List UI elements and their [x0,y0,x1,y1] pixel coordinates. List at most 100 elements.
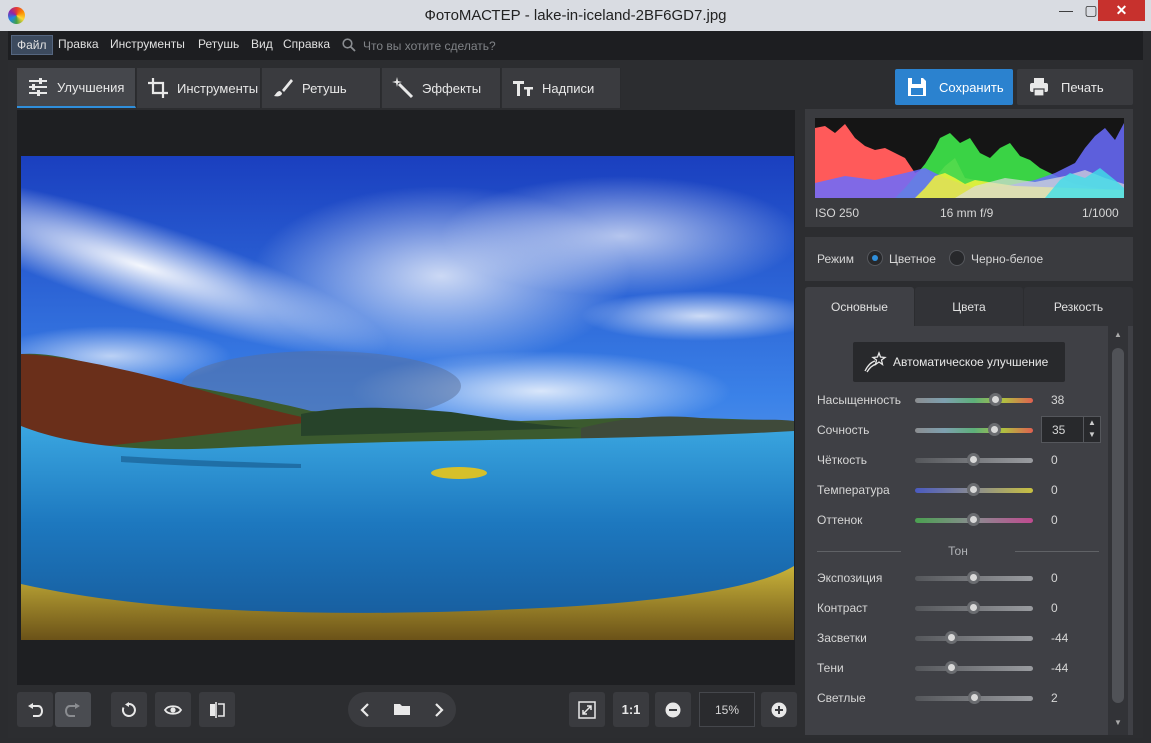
close-button[interactable]: ✕ [1098,0,1145,21]
slider-whites: Светлые 2 [817,688,1097,708]
next-photo-button[interactable] [432,702,446,718]
tab-text[interactable]: Надписи [502,68,621,108]
rotate-reset-icon [121,701,136,717]
slider-track[interactable] [915,398,1033,403]
magic-stars-icon [864,351,887,373]
subtab-sharpness[interactable]: Резкость [1024,287,1133,326]
tab-label: Надписи [542,80,595,96]
menu-edit[interactable]: Правка [58,37,99,51]
window-title-bar: ФотоМАСТЕР - lake-in-iceland-2BF6GD7.jpg… [0,0,1151,31]
plus-circle-icon [771,702,787,717]
menu-view[interactable]: Вид [251,37,273,51]
histogram-chart [815,118,1124,198]
slider-knob[interactable] [967,483,980,496]
slider-value: 0 [1051,601,1058,615]
lens-value: 16 mm f/9 [940,206,994,220]
slider-value: 38 [1051,393,1065,407]
slider-shadows: Тени -44 [817,658,1097,678]
mode-bw-label[interactable]: Черно-белое [971,252,1043,266]
mode-bw-radio[interactable] [949,250,965,266]
tab-retouch[interactable]: Ретушь [262,68,381,108]
slider-contrast: Контраст 0 [817,598,1097,618]
compare-button[interactable] [199,692,235,727]
slider-label: Насыщенность [817,393,902,407]
minimize-button[interactable]: — [1052,0,1080,21]
reset-button[interactable] [111,692,147,727]
subtab-basic[interactable]: Основные [805,287,914,326]
print-label: Печать [1061,79,1104,95]
fit-screen-icon [578,700,596,719]
tab-enhancements[interactable]: Улучшения [17,68,136,108]
mode-label: Режим [817,252,854,266]
slider-knob[interactable] [945,631,958,644]
actual-size-button[interactable]: 1:1 [613,692,649,727]
save-button[interactable]: Сохранить [895,69,1013,105]
mode-color-radio[interactable] [867,250,883,266]
subtab-colors[interactable]: Цвета [915,287,1023,326]
search-input[interactable]: Что вы хотите сделать? [363,39,496,53]
adjustments-panel: Автоматическое улучшение Насыщенность 38… [805,326,1133,735]
search-icon [342,38,356,52]
vibrance-stepper[interactable]: 35 ▲ ▼ [1041,416,1101,443]
slider-label: Чёткость [817,453,867,467]
magic-wand-icon [392,77,414,99]
slider-label: Светлые [817,691,866,705]
slider-label: Температура [817,483,890,497]
color-mode-panel: Режим Цветное Черно-белое [805,237,1133,281]
photo-canvas[interactable] [17,110,795,685]
lake-photo [21,156,794,640]
menu-retouch[interactable]: Ретушь [198,37,239,51]
bottom-toolbar: 1:1 15% [17,685,797,735]
slider-knob[interactable] [967,513,980,526]
redo-icon [65,702,80,717]
scroll-thumb[interactable] [1112,348,1124,703]
tab-effects[interactable]: Эффекты [382,68,501,108]
eye-icon [164,704,182,715]
undo-icon [28,702,43,717]
undo-button[interactable] [17,692,53,727]
scroll-up-icon[interactable]: ▲ [1108,330,1128,339]
slider-knob[interactable] [989,393,1002,406]
stepper-arrows-icon[interactable]: ▲ ▼ [1083,417,1100,442]
shutter-value: 1/1000 [1082,206,1119,220]
open-folder-button[interactable] [393,702,411,718]
redo-button[interactable] [55,692,91,727]
menu-help[interactable]: Справка [283,37,330,51]
slider-knob[interactable] [967,453,980,466]
iso-value: ISO 250 [815,206,860,220]
adjustments-scrollbar[interactable]: ▲ ▼ [1108,326,1128,735]
auto-enhance-button[interactable]: Автоматическое улучшение [853,342,1065,382]
slider-track[interactable] [915,666,1033,671]
slider-knob[interactable] [988,423,1001,436]
slider-label: Оттенок [817,513,863,527]
slider-value: 0 [1051,453,1058,467]
auto-enhance-label: Автоматическое улучшение [893,355,1049,369]
previous-photo-button[interactable] [358,702,372,718]
scroll-down-icon[interactable]: ▼ [1108,718,1128,727]
slider-value: 0 [1051,483,1058,497]
zoom-level-field[interactable]: 15% [699,692,755,727]
slider-track[interactable] [915,428,1033,433]
slider-track[interactable] [915,636,1033,641]
chevron-right-icon [435,703,444,717]
zoom-out-button[interactable] [655,692,691,727]
zoom-in-button[interactable] [761,692,797,727]
slider-knob[interactable] [968,691,981,704]
tab-tools[interactable]: Инструменты [137,68,261,108]
slider-value: -44 [1051,661,1069,675]
print-button[interactable]: Печать [1017,69,1133,105]
floppy-disk-icon [908,78,926,96]
stepper-value: 35 [1052,423,1066,437]
slider-knob[interactable] [945,661,958,674]
menu-tools[interactable]: Инструменты [110,37,185,51]
tab-label: Улучшения [57,79,125,95]
slider-tint: Оттенок 0 [817,510,1097,530]
slider-knob[interactable] [967,571,980,584]
fit-to-screen-button[interactable] [569,692,605,727]
slider-knob[interactable] [967,601,980,614]
mode-color-label[interactable]: Цветное [889,252,936,266]
slider-highlights: Засветки -44 [817,628,1097,648]
preview-original-button[interactable] [155,692,191,727]
slider-exposure: Экспозиция 0 [817,568,1097,588]
menu-file[interactable]: Файл [11,35,53,55]
